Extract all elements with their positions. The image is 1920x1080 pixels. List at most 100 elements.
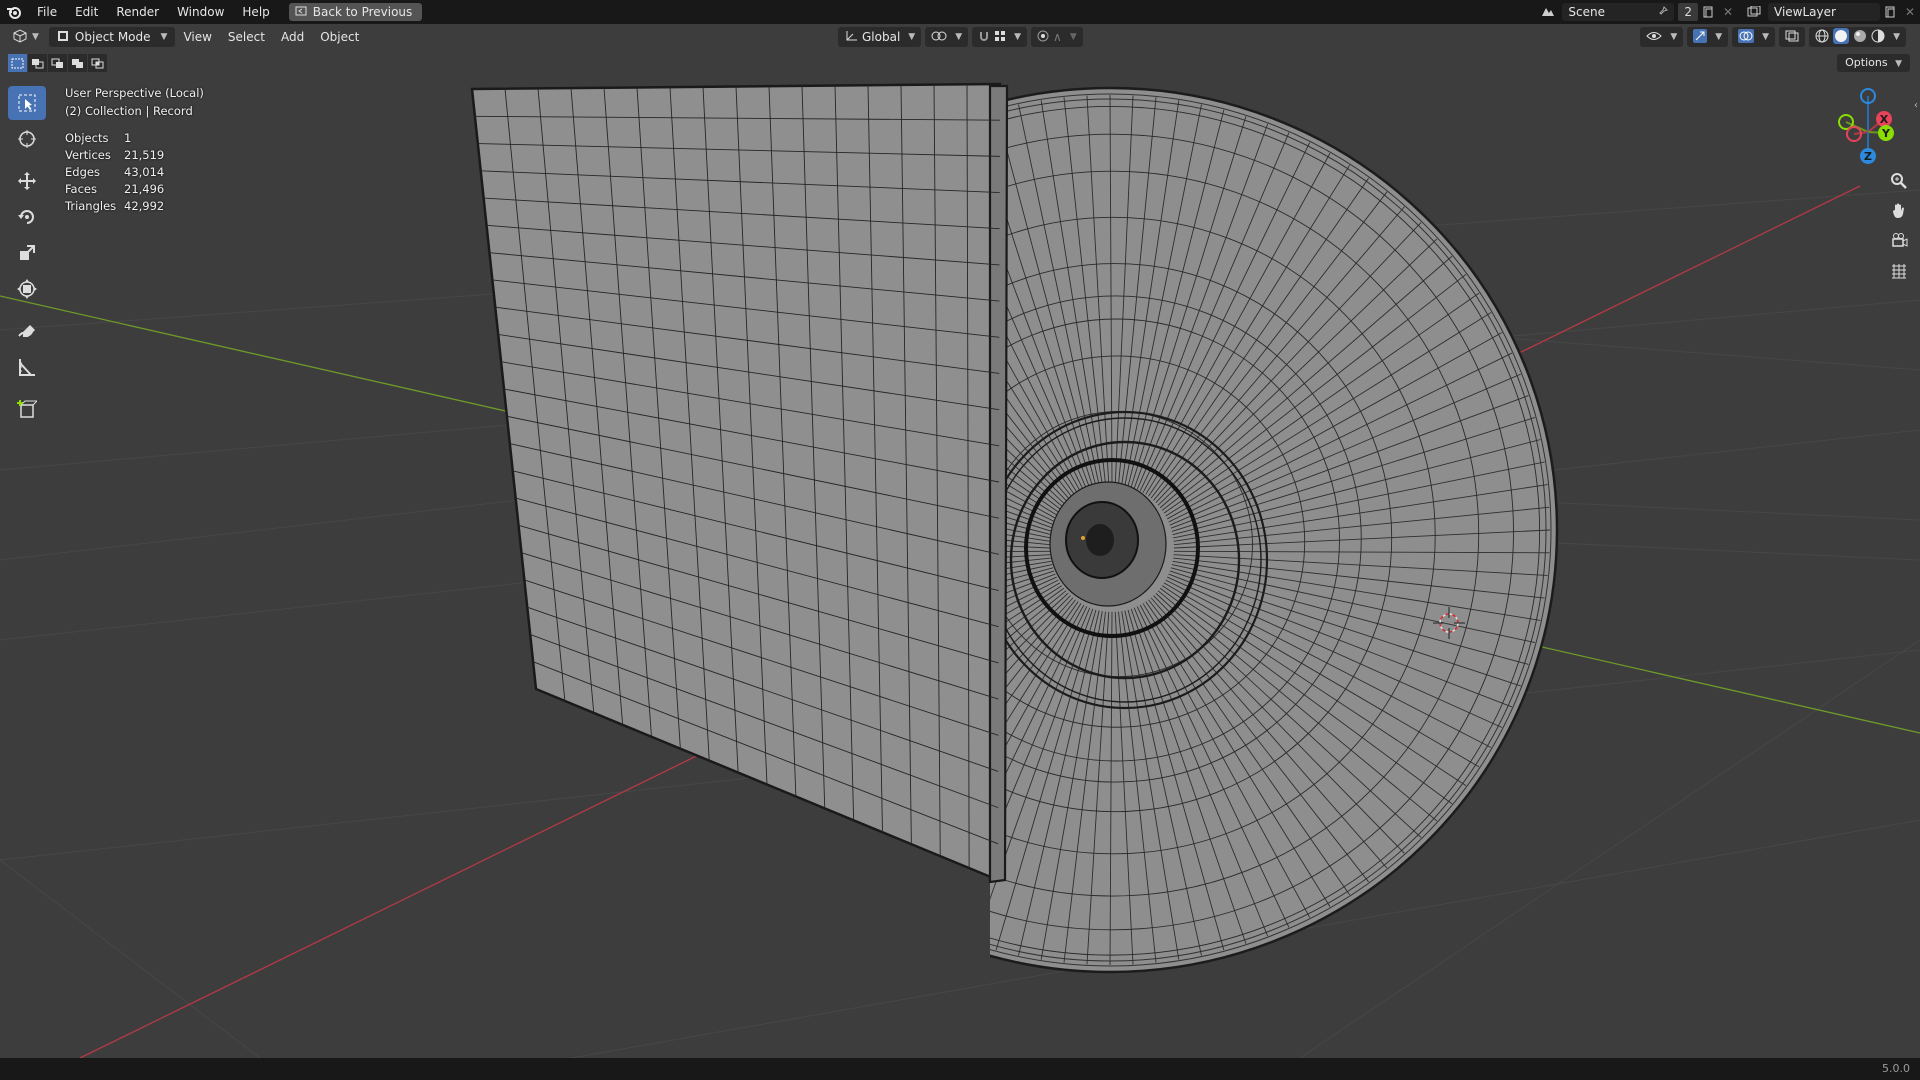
wireframe-shading-icon[interactable]	[1815, 29, 1829, 46]
solid-shading-icon[interactable]	[1833, 27, 1850, 47]
scene-selector-icon[interactable]	[1538, 3, 1558, 21]
delete-scene-icon[interactable]: ✕	[1718, 3, 1738, 21]
menu-edit[interactable]: Edit	[66, 0, 107, 24]
mode-selector[interactable]: Object Mode ▼	[48, 27, 176, 47]
svg-text:X: X	[1880, 113, 1889, 126]
view-layer-field[interactable]: ViewLayer	[1768, 3, 1880, 21]
navigation-gizmo[interactable]: X Y Z	[1828, 86, 1898, 166]
add-cube-icon[interactable]	[8, 392, 46, 426]
select-box-icon[interactable]	[8, 86, 46, 120]
falloff-icon[interactable]: ∧	[1053, 30, 1062, 44]
new-view-layer-icon[interactable]	[1880, 3, 1900, 21]
overlays-icon	[1738, 28, 1755, 46]
pin-icon[interactable]	[1658, 5, 1669, 19]
delete-view-layer-icon[interactable]: ✕	[1900, 3, 1920, 21]
selection-mode-buttons	[8, 54, 107, 72]
overlays-toggle[interactable]: ▼	[1732, 27, 1776, 47]
menu-select[interactable]: Select	[220, 27, 273, 47]
snap-grid-icon[interactable]	[994, 30, 1006, 45]
menu-render[interactable]: Render	[107, 0, 168, 24]
stat-row: Objects 1	[65, 131, 164, 148]
viewport-3d[interactable]	[0, 50, 1920, 1058]
scale-icon[interactable]	[8, 236, 46, 270]
options-label: Options	[1845, 56, 1888, 69]
chevron-down-icon: ▼	[955, 32, 963, 42]
proportional-editing[interactable]: ∧ ▼	[1031, 27, 1083, 47]
stat-label: Edges	[65, 165, 100, 179]
scene-name-field[interactable]: Scene	[1562, 3, 1675, 21]
mode-label: Object Mode	[74, 30, 151, 44]
select-subtract-icon[interactable]	[48, 54, 67, 72]
select-intersect-icon[interactable]	[88, 54, 107, 72]
snap-controls[interactable]: ▼	[972, 27, 1028, 47]
stat-label: Triangles	[65, 199, 117, 213]
scene-user-count: 2	[1678, 3, 1698, 21]
annotate-icon[interactable]	[8, 314, 46, 348]
menu-file[interactable]: File	[28, 0, 66, 24]
menu-window[interactable]: Window	[168, 0, 233, 24]
gizmo-x-axis[interactable]: X	[1876, 111, 1892, 127]
eye-icon	[1646, 30, 1663, 45]
proportional-editing-icon[interactable]	[1037, 30, 1049, 45]
menu-view[interactable]: View	[175, 27, 219, 47]
grid-ortho-icon[interactable]	[1886, 258, 1912, 284]
visibility-selector[interactable]: ▼	[1640, 27, 1684, 47]
editor-type-selector[interactable]: ▼	[0, 27, 45, 47]
chevron-down-icon: ▼	[908, 32, 916, 42]
gizmo-toggle[interactable]: ▼	[1687, 27, 1729, 47]
back-to-previous-button[interactable]: Back to Previous	[288, 3, 423, 21]
select-extend-icon[interactable]	[28, 54, 47, 72]
options-dropdown[interactable]: Options ▼	[1837, 54, 1910, 72]
pan-hand-icon[interactable]	[1886, 198, 1912, 224]
menu-add[interactable]: Add	[273, 27, 312, 47]
gizmo-z-axis[interactable]: Z	[1860, 148, 1876, 164]
orientation-axes-icon	[844, 30, 858, 45]
cursor-icon[interactable]	[8, 122, 46, 156]
stat-value: 21,496	[124, 182, 165, 196]
select-new-icon[interactable]	[8, 54, 27, 72]
orientation-selector[interactable]: Global ▼	[838, 27, 922, 47]
rotate-icon[interactable]	[8, 200, 46, 234]
menu-help[interactable]: Help	[233, 0, 278, 24]
stat-label: Objects	[65, 131, 109, 145]
scene-name: Scene	[1568, 5, 1605, 19]
magnet-icon[interactable]	[978, 30, 990, 45]
back-icon	[295, 5, 307, 19]
measure-icon[interactable]	[8, 350, 46, 384]
chevron-down-icon: ▼	[1670, 32, 1678, 42]
xray-toggle[interactable]	[1779, 27, 1806, 47]
gizmo-icon	[1693, 28, 1708, 46]
new-scene-icon[interactable]	[1698, 3, 1718, 21]
menu-object[interactable]: Object	[312, 27, 367, 47]
status-bar: 5.0.0	[0, 1058, 1920, 1080]
object-mode-icon	[57, 30, 69, 45]
transform-icon[interactable]	[8, 272, 46, 306]
move-icon[interactable]	[8, 164, 46, 198]
stat-label: Vertices	[65, 148, 111, 162]
view-layer-icon[interactable]	[1744, 3, 1764, 21]
stat-label: Faces	[65, 182, 97, 196]
stat-value: 21,519	[124, 148, 165, 162]
stat-row: Vertices 21,519	[65, 148, 164, 165]
rendered-shading-icon[interactable]	[1871, 29, 1885, 46]
orientation-label: Global	[862, 30, 901, 44]
pivot-selector[interactable]: ▼	[925, 27, 969, 47]
gizmo-y-axis[interactable]: Y	[1878, 125, 1894, 141]
chevron-down-icon: ▼	[1715, 32, 1723, 42]
camera-icon[interactable]	[1886, 228, 1912, 254]
material-shading-icon[interactable]	[1853, 29, 1867, 46]
chevron-down-icon: ▼	[1893, 32, 1900, 42]
version-label: 5.0.0	[1882, 1062, 1910, 1075]
record-sleeve	[470, 82, 1009, 884]
stat-row: Faces 21,496	[65, 182, 164, 199]
xray-icon	[1785, 30, 1799, 45]
chevron-down-icon: ▼	[160, 32, 168, 42]
zoom-icon[interactable]	[1886, 168, 1912, 194]
blender-logo-icon[interactable]	[0, 0, 28, 24]
shading-modes[interactable]: ▼	[1809, 27, 1906, 47]
back-button-label: Back to Previous	[312, 5, 413, 19]
sidebar-toggle-icon[interactable]: ‹	[1914, 100, 1918, 111]
stat-value: 42,992	[124, 199, 165, 213]
stat-row: Triangles 42,992	[65, 199, 164, 216]
select-invert-icon[interactable]	[68, 54, 87, 72]
